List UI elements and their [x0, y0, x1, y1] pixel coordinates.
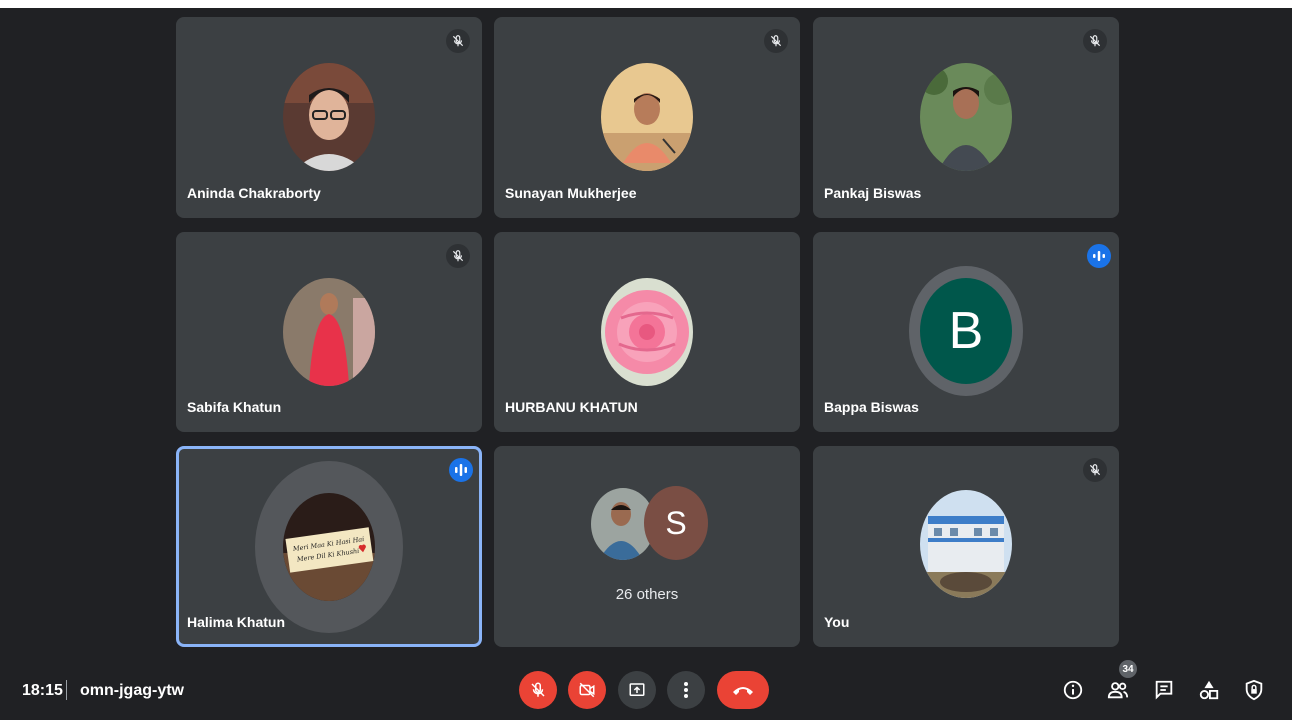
participant-tile-sunayan[interactable]: Sunayan Mukherjee — [494, 17, 800, 218]
participant-name: You — [824, 614, 850, 630]
camera-toggle-button[interactable] — [568, 671, 606, 709]
participant-name: Sabifa Khatun — [187, 399, 282, 415]
leave-call-button[interactable] — [717, 671, 769, 709]
participant-tile-pankaj[interactable]: Pankaj Biswas — [813, 17, 1119, 218]
avatar-letter: B — [920, 278, 1012, 384]
mic-off-icon — [764, 29, 788, 53]
chat-icon — [1155, 680, 1173, 700]
participant-tile-bappa[interactable]: B Bappa Biswas — [813, 232, 1119, 432]
speaking-indicator-icon — [1087, 244, 1111, 268]
present-button[interactable] — [618, 671, 656, 709]
participant-grid: Aninda Chakraborty Sunayan Mukherjee Pan… — [0, 0, 1292, 660]
clock: 18:15 — [22, 682, 63, 699]
participant-tile-halima[interactable]: Meri Maa Ki Hasi Hai Mere Dil Ki Khushi … — [176, 446, 482, 647]
info-icon — [1063, 680, 1083, 700]
activities-icon — [1199, 680, 1219, 700]
participant-tile-others[interactable]: S 26 others — [494, 446, 800, 647]
participant-tile-sabifa[interactable]: Sabifa Khatun — [176, 232, 482, 432]
avatar-ring: B — [909, 266, 1023, 396]
avatar-photo — [920, 490, 1012, 598]
others-count-label: 26 others — [615, 586, 679, 603]
avatar-photo — [601, 278, 693, 386]
info-button[interactable] — [1061, 678, 1085, 702]
avatar-photo — [283, 63, 375, 171]
participant-name: Pankaj Biswas — [824, 185, 922, 201]
participant-name: Sunayan Mukherjee — [505, 185, 637, 201]
participant-name: Halima Khatun — [187, 614, 286, 630]
activities-button[interactable] — [1197, 678, 1221, 702]
chat-button[interactable] — [1152, 678, 1176, 702]
videocam-off-icon — [579, 682, 595, 698]
mic-off-icon — [446, 244, 470, 268]
participant-tile-you[interactable]: You — [813, 446, 1119, 647]
participant-name: HURBANU KHATUN — [505, 399, 638, 415]
divider — [66, 680, 67, 700]
speaking-indicator-icon — [449, 458, 473, 482]
participant-tile-hurbanu[interactable]: HURBANU KHATUN — [494, 232, 800, 432]
people-button[interactable] — [1106, 678, 1130, 702]
others-avatar-letter: S — [644, 486, 708, 560]
participant-tile-aninda[interactable]: Aninda Chakraborty — [176, 17, 482, 218]
host-controls-icon — [1245, 679, 1263, 701]
bottom-toolbar: 18:15 omn-jgag-ytw 34 — [0, 660, 1292, 720]
mic-toggle-button[interactable] — [519, 671, 557, 709]
more-vert-icon — [684, 682, 688, 698]
mic-off-icon — [1083, 458, 1107, 482]
people-icon — [1107, 682, 1129, 699]
avatar-photo — [283, 278, 375, 386]
participant-name: Aninda Chakraborty — [187, 185, 321, 201]
avatar-photo — [601, 63, 693, 171]
people-count-badge: 34 — [1119, 660, 1137, 678]
call-end-icon — [733, 687, 753, 695]
more-options-button[interactable] — [667, 671, 705, 709]
avatar-photo — [920, 63, 1012, 171]
mic-off-icon — [446, 29, 470, 53]
host-controls-button[interactable] — [1242, 678, 1266, 702]
participant-name: Bappa Biswas — [824, 399, 919, 415]
avatar-photo: Meri Maa Ki Hasi Hai Mere Dil Ki Khushi — [283, 493, 375, 601]
mic-off-icon — [1083, 29, 1107, 53]
mic-off-icon — [531, 682, 545, 697]
meeting-code: omn-jgag-ytw — [80, 682, 184, 699]
present-screen-icon — [629, 683, 645, 696]
